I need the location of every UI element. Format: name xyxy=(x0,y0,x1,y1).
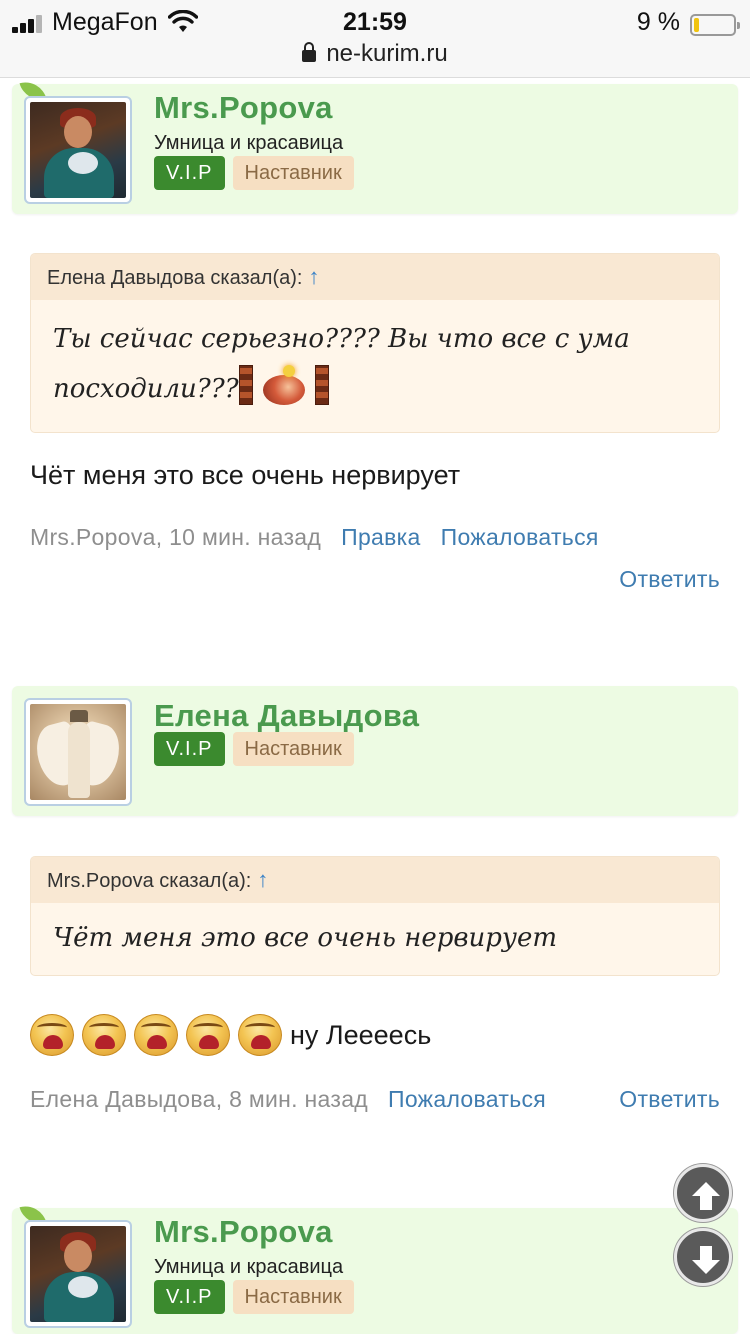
avatar-image xyxy=(30,1226,126,1322)
reply-link[interactable]: Ответить xyxy=(619,1086,720,1113)
crying-face-icon xyxy=(134,1014,178,1056)
reply-link[interactable]: Ответить xyxy=(619,566,720,593)
battery-icon xyxy=(690,14,740,36)
edit-link[interactable]: Правка xyxy=(341,524,421,550)
post-message: Чёт меня это все очень нервирует xyxy=(30,460,461,490)
user-card-mrs-popova: Mrs.Popova Умница и красавица V.I.P Наст… xyxy=(12,1201,738,1334)
quote-header: Mrs.Popova сказал(а): ↑ xyxy=(31,857,719,903)
url-text: ne-kurim.ru xyxy=(326,40,448,67)
user-card-elena-davydova: Елена Давыдова V.I.P Наставник xyxy=(12,686,738,816)
post-author-time: Елена Давыдова, 8 мин. назад xyxy=(30,1086,369,1112)
crying-face-icon xyxy=(30,1014,74,1056)
avatar-image xyxy=(30,102,126,198)
user-status: Умница и красавица xyxy=(154,132,344,154)
quote-block: Елена Давыдова сказал(а): ↑ Ты сейчас сер… xyxy=(30,253,720,433)
quote-text-line: Ты сейчас серьезно???? Вы что все с ума xyxy=(53,324,630,354)
post-author-time: Mrs.Popova, 10 мин. назад xyxy=(30,524,322,550)
report-link[interactable]: Пожаловаться xyxy=(388,1086,546,1112)
lock-icon xyxy=(302,42,317,62)
quote-source-link[interactable]: ↑ xyxy=(308,264,319,289)
avatar[interactable] xyxy=(24,1220,132,1328)
quote-text: Чёт меня это все очень нервирует xyxy=(53,923,557,953)
vip-badge: V.I.P xyxy=(154,156,225,190)
vip-badge: V.I.P xyxy=(154,732,225,766)
quote-text: Ты сейчас серьезно???? Вы что все с ума … xyxy=(31,300,719,432)
user-name[interactable]: Mrs.Popova xyxy=(154,90,333,126)
crying-face-icon xyxy=(186,1014,230,1056)
brick-wall-icon xyxy=(238,365,253,405)
quote-source-link[interactable]: ↑ xyxy=(257,867,268,892)
user-name[interactable]: Елена Давыдова xyxy=(154,698,419,734)
avatar[interactable] xyxy=(24,698,132,806)
arrow-up-icon xyxy=(692,1182,720,1210)
user-name[interactable]: Mrs.Popova xyxy=(154,1214,333,1250)
mentor-badge: Наставник xyxy=(232,1280,354,1314)
user-card-mrs-popova: Mrs.Popova Умница и красавица V.I.P Наст… xyxy=(12,77,738,214)
report-link[interactable]: Пожаловаться xyxy=(441,524,599,550)
post-message: ну Леееесь xyxy=(290,1020,432,1050)
scroll-up-button[interactable] xyxy=(674,1164,732,1222)
quote-author: Mrs.Popova сказал(а): xyxy=(47,870,252,892)
user-status: Умница и красавица xyxy=(154,1256,344,1278)
browser-status-bar: MegaFon 21:59 9 % ne-kurim.ru xyxy=(0,0,750,78)
post-message-row: ну Леееесь xyxy=(30,1014,431,1056)
quote-header: Елена Давыдова сказал(а): ↑ xyxy=(31,254,719,300)
brick-wall-icon xyxy=(314,365,329,405)
arrow-down-icon xyxy=(692,1246,720,1274)
crying-face-icon xyxy=(82,1014,126,1056)
address-bar[interactable]: ne-kurim.ru xyxy=(0,40,750,68)
mentor-badge: Наставник xyxy=(232,156,354,190)
vip-badge: V.I.P xyxy=(154,1280,225,1314)
post-meta: Елена Давыдова, 8 мин. назад Пожаловаться xyxy=(30,1086,720,1113)
battery-percent: 9 % xyxy=(636,8,680,36)
bomb-emoji-icon xyxy=(259,365,309,405)
scroll-down-button[interactable] xyxy=(674,1228,732,1286)
avatar[interactable] xyxy=(24,96,132,204)
post-meta: Mrs.Popova, 10 мин. назад Правка Пожаловат… xyxy=(30,524,720,551)
mentor-badge: Наставник xyxy=(232,732,354,766)
crying-face-icon xyxy=(238,1014,282,1056)
quote-block: Mrs.Popova сказал(а): ↑ Чёт меня это все … xyxy=(30,856,720,976)
quote-author: Елена Давыдова сказал(а): xyxy=(47,267,303,289)
quote-text-line: посходили??? xyxy=(53,374,239,404)
avatar-image xyxy=(30,704,126,800)
